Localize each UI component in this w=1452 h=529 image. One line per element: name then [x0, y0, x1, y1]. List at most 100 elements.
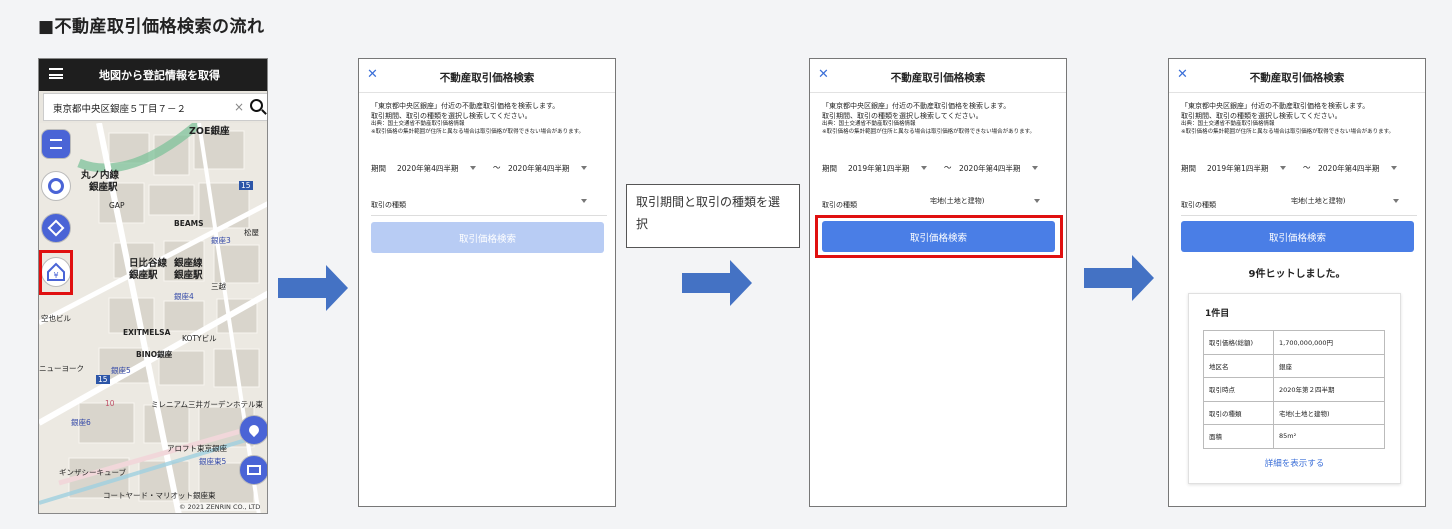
- map-copyright: © 2021 ZENRIN CO., LTD: [179, 503, 261, 511]
- map-label: 10: [105, 399, 115, 408]
- chevron-down-icon: [1391, 166, 1397, 170]
- screen-header: ✕ 不動産取引価格検索: [810, 59, 1066, 93]
- flow-arrow-3: [1084, 255, 1154, 301]
- period-to-select[interactable]: 2020年第4四半期: [508, 163, 569, 174]
- instruction-note: 取引期間と取引の種類を選択: [626, 184, 800, 248]
- search-price-button[interactable]: 取引価格検索: [371, 222, 604, 253]
- chevron-down-icon: [921, 166, 927, 170]
- chevron-down-icon: [581, 166, 587, 170]
- period-label: 期間: [371, 164, 386, 173]
- period-tilde: 〜: [493, 163, 501, 172]
- map-label: 三越: [211, 282, 226, 291]
- map-header: 地図から登記情報を取得: [39, 59, 267, 91]
- type-value: 宅地(土地と建物): [1291, 197, 1346, 205]
- layers-icon: [47, 219, 65, 237]
- map-label: 空也ビル: [41, 314, 71, 323]
- chevron-down-icon: [581, 199, 587, 203]
- show-details-link[interactable]: 詳細を表示する: [1189, 457, 1400, 469]
- chevron-down-icon: [1032, 166, 1038, 170]
- map-label: ギンザシーキューブ: [59, 468, 127, 477]
- map-label: BINO銀座: [136, 350, 173, 359]
- desc-source: 出典：国土交通省不動産取引価格情報: [1181, 121, 1275, 127]
- location-pin-icon: [246, 422, 262, 438]
- crosshair-icon: [48, 178, 64, 194]
- map-label: KOTYビル: [182, 334, 217, 343]
- book-fab[interactable]: [239, 455, 267, 485]
- period-to-select[interactable]: 2020年第4四半期: [959, 163, 1020, 174]
- period-to-select[interactable]: 2020年第4四半期: [1318, 163, 1379, 174]
- result-card: 1件目 取引価格(総額) 1,700,000,000円 地区名 銀座 取引時点 202…: [1188, 293, 1401, 484]
- result-table: 取引価格(総額) 1,700,000,000円 地区名 銀座 取引時点 2020年第２…: [1203, 330, 1385, 449]
- period-from-select[interactable]: 2019年第1四半期: [1207, 163, 1268, 174]
- desc-note: ※取引価格の集計範囲が住所と異なる場合は取引価格が取得できない場合があります。: [1181, 128, 1395, 135]
- map-label: 銀座4: [174, 292, 194, 301]
- table-row: 地区名 銀座: [1203, 353, 1385, 378]
- row-label: 面積: [1203, 424, 1274, 449]
- highlight-frame: [815, 215, 1063, 258]
- type-label: 取引の種類: [822, 201, 857, 209]
- period-label: 期間: [822, 164, 837, 173]
- description: 「東京都中央区銀座」付近の不動産取引価格を検索します。 取引期間、取引の種類を選…: [371, 102, 607, 136]
- flow-arrow-2: [682, 260, 752, 306]
- screen-title: 不動産取引価格検索: [439, 72, 535, 84]
- list-icon: [50, 139, 62, 149]
- map-label: 銀座東5: [199, 457, 227, 466]
- desc-line: 取引期間、取引の種類を選択し検索してください。: [371, 111, 532, 120]
- map-label: 銀座駅: [89, 182, 118, 193]
- transaction-type-select[interactable]: 取引の種類: [371, 194, 607, 216]
- map-header-title: 地図から登記情報を取得: [99, 69, 220, 82]
- book-icon: [247, 465, 261, 475]
- search-icon[interactable]: [250, 99, 263, 112]
- table-row: 面積 85m²: [1203, 424, 1385, 449]
- transaction-type-select[interactable]: 取引の種類 宅地(土地と建物): [822, 194, 1058, 216]
- map-canvas[interactable]: ZOE銀座 丸ノ内線 銀座駅 GAP BEAMS 銀座3 松屋 日比谷線 銀座線…: [39, 123, 267, 513]
- search-price-button[interactable]: 取引価格検索: [1181, 221, 1414, 252]
- period-from-select[interactable]: 2020年第4四半期: [397, 163, 458, 174]
- map-screen: 地図から登記情報を取得 東京都中央区銀座５丁目７－２ × ZOE銀座 丸ノ内線 …: [38, 58, 268, 514]
- desc-note: ※取引価格の集計範囲が住所と異なる場合は取引価格が取得できない場合があります。: [371, 128, 585, 135]
- current-location-fab[interactable]: [41, 171, 71, 201]
- desc-source: 出典：国土交通省不動産取引価格情報: [371, 121, 465, 127]
- list-fab[interactable]: [41, 129, 71, 159]
- map-label: ミレニアム三井ガーデンホテル東: [151, 400, 263, 409]
- address-search-bar[interactable]: 東京都中央区銀座５丁目７－２ ×: [43, 93, 267, 121]
- map-label: EXITMELSA: [123, 328, 171, 337]
- search-input[interactable]: 東京都中央区銀座５丁目７－２: [53, 101, 186, 115]
- type-label: 取引の種類: [1181, 201, 1216, 209]
- map-label: 銀座3: [211, 236, 231, 245]
- type-label: 取引の種類: [371, 201, 406, 209]
- period-tilde: 〜: [1303, 163, 1311, 172]
- period-tilde: 〜: [944, 163, 952, 172]
- table-row: 取引価格(総額) 1,700,000,000円: [1203, 330, 1385, 355]
- desc-line: 取引期間、取引の種類を選択し検索してください。: [1181, 111, 1342, 120]
- row-label: 取引価格(総額): [1203, 330, 1274, 355]
- map-label: 銀座駅: [129, 270, 158, 281]
- clear-icon[interactable]: ×: [234, 100, 244, 114]
- flow-arrow-1: [278, 265, 348, 311]
- desc-line: 「東京都中央区銀座」付近の不動産取引価格を検索します。: [822, 102, 1011, 110]
- map-label: ZOE銀座: [189, 126, 230, 137]
- map-label: 銀座5: [111, 366, 131, 375]
- row-label: 取引の種類: [1203, 400, 1274, 425]
- row-value: 85m²: [1273, 424, 1385, 449]
- map-label: 銀座駅: [174, 270, 203, 281]
- map-label: 銀座6: [71, 418, 91, 427]
- screen-header: ✕ 不動産取引価格検索: [359, 59, 615, 93]
- map-label: アロフト東京銀座: [167, 444, 227, 453]
- map-label: BEAMS: [174, 219, 204, 228]
- map-label: 松屋: [244, 228, 259, 237]
- pin-fab[interactable]: [239, 415, 267, 445]
- description: 「東京都中央区銀座」付近の不動産取引価格を検索します。 取引期間、取引の種類を選…: [1181, 102, 1417, 136]
- period-label: 期間: [1181, 164, 1196, 173]
- transaction-type-select[interactable]: 取引の種類 宅地(土地と建物): [1181, 194, 1417, 216]
- highlight-frame: [39, 250, 73, 295]
- chevron-down-icon: [1034, 199, 1040, 203]
- period-from-select[interactable]: 2019年第1四半期: [848, 163, 909, 174]
- menu-icon[interactable]: [49, 68, 63, 79]
- page-title: ■不動産取引価格検索の流れ: [38, 17, 265, 37]
- layers-fab[interactable]: [41, 213, 71, 243]
- desc-line: 「東京都中央区銀座」付近の不動産取引価格を検索します。: [1181, 102, 1370, 110]
- hit-count: 9件ヒットしました。: [1248, 269, 1346, 280]
- desc-line: 取引期間、取引の種類を選択し検索してください。: [822, 111, 983, 120]
- map-label: コートヤード・マリオット銀座東: [103, 491, 216, 500]
